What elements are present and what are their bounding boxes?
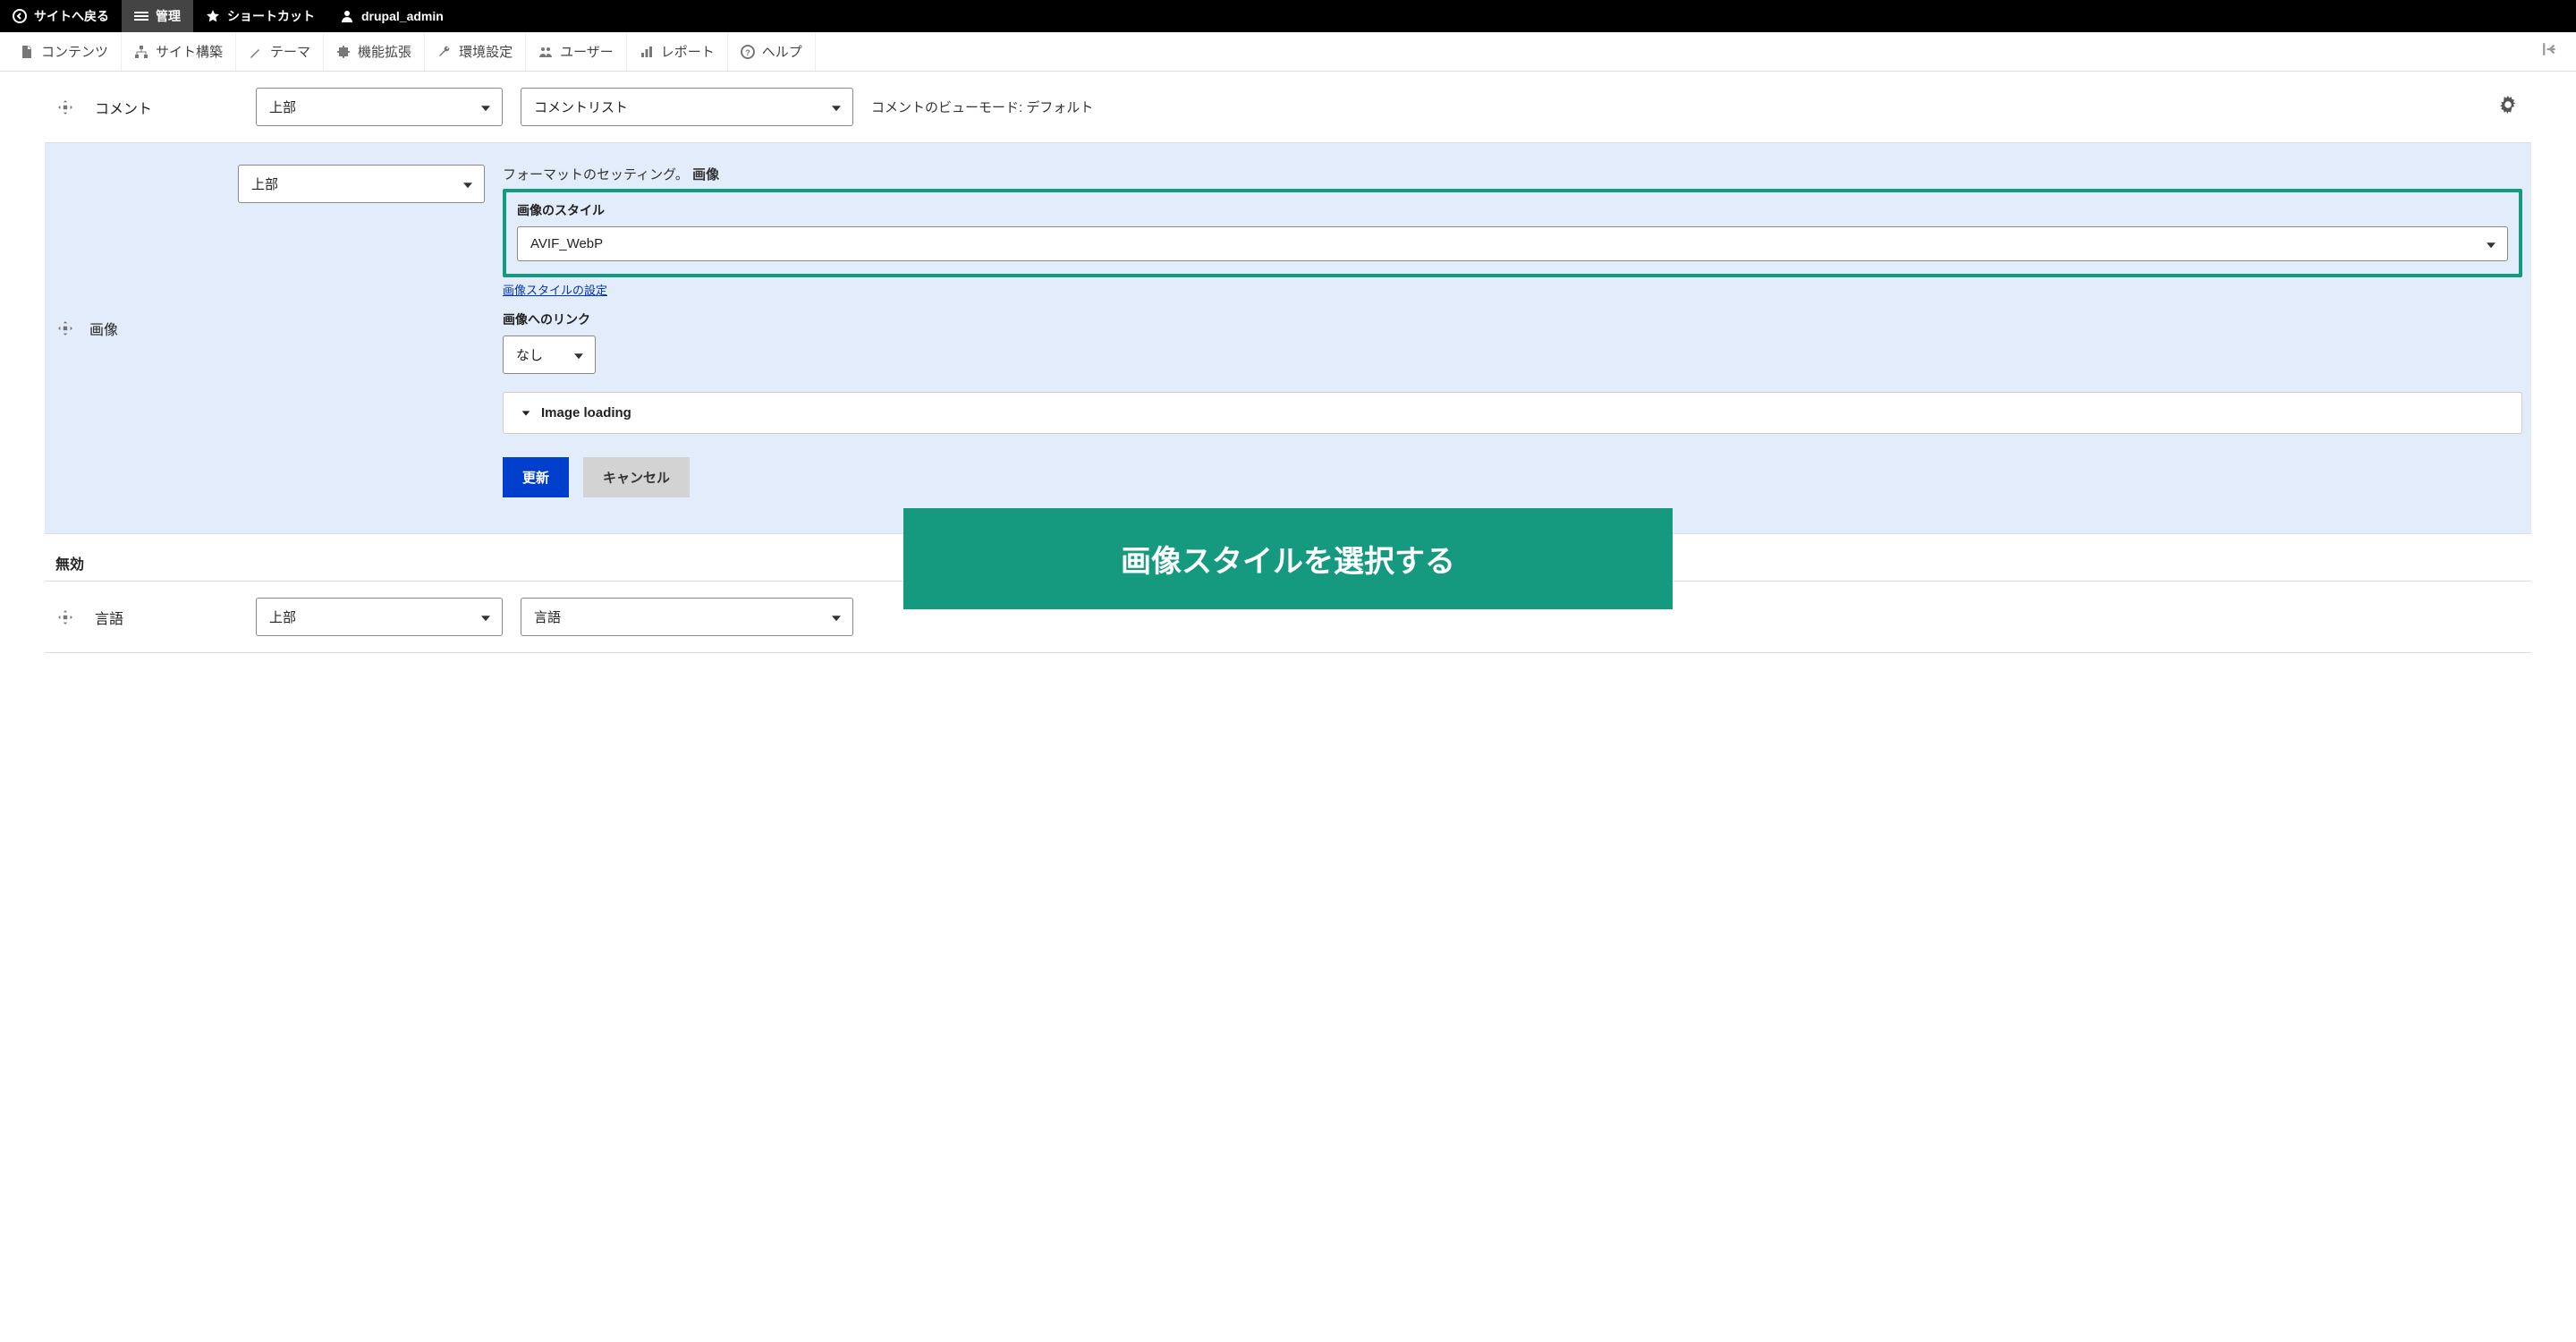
- wand-icon: [249, 45, 263, 59]
- image-link-label: 画像へのリンク: [503, 310, 2522, 328]
- settings-gear-button[interactable]: [2494, 90, 2522, 123]
- back-to-site-label: サイトへ戻る: [34, 7, 109, 25]
- region-select-language[interactable]: 上部: [256, 598, 503, 636]
- user-icon: [340, 9, 354, 23]
- admin-secondary-menu: コンテンツ サイト構築 テーマ 機能拡張 環境設定 ユーザー レポート ? ヘル…: [0, 32, 2576, 72]
- gear-icon: [2499, 96, 2517, 114]
- menu-config-label: 環境設定: [459, 42, 513, 61]
- field-label-language: 言語: [95, 607, 238, 628]
- field-label-image: 画像: [89, 318, 233, 339]
- image-style-highlight-box: 画像のスタイル AVIF_WebP: [503, 189, 2522, 277]
- menu-reports[interactable]: レポート: [627, 32, 728, 71]
- chevron-down-icon: [520, 407, 532, 420]
- puzzle-icon: [336, 45, 351, 59]
- region-select-value: 上部: [256, 88, 503, 126]
- back-to-site-link[interactable]: サイトへ戻る: [0, 0, 122, 32]
- menu-help[interactable]: ? ヘルプ: [728, 32, 816, 71]
- menu-structure[interactable]: サイト構築: [122, 32, 236, 71]
- menu-people-label: ユーザー: [560, 42, 614, 61]
- top-admin-bar: サイトへ戻る 管理 ショートカット drupal_admin: [0, 0, 2576, 32]
- menu-content[interactable]: コンテンツ: [7, 32, 122, 71]
- format-select-comment[interactable]: コメントリスト: [521, 88, 853, 126]
- region-select-comment[interactable]: 上部: [256, 88, 503, 126]
- field-summary-comment: コメントのビューモード: デフォルト: [871, 98, 2476, 116]
- wrench-icon: [437, 45, 452, 59]
- image-style-label: 画像のスタイル: [517, 201, 2508, 219]
- menu-help-label: ヘルプ: [762, 42, 802, 61]
- back-arrow-icon: [13, 9, 27, 23]
- image-link-value: なし: [503, 336, 596, 374]
- format-settings-heading: フォーマットのセッティング。 画像: [503, 165, 2522, 183]
- menu-appearance[interactable]: テーマ: [236, 32, 324, 71]
- update-button[interactable]: 更新: [503, 457, 569, 497]
- menu-structure-label: サイト構築: [156, 42, 223, 61]
- menu-people[interactable]: ユーザー: [526, 32, 627, 71]
- field-label-comment: コメント: [95, 97, 238, 118]
- annotation-banner: 画像スタイルを選択する: [903, 508, 1673, 609]
- menu-extend[interactable]: 機能拡張: [324, 32, 425, 71]
- image-style-config-link[interactable]: 画像スタイルの設定: [503, 281, 607, 298]
- user-menu[interactable]: drupal_admin: [327, 0, 456, 32]
- format-action-buttons: 更新 キャンセル: [503, 457, 2522, 497]
- manage-label: 管理: [156, 7, 181, 25]
- drag-handle-icon[interactable]: [54, 317, 77, 340]
- star-icon: [206, 9, 220, 23]
- menu-config[interactable]: 環境設定: [425, 32, 526, 71]
- field-row-image: 画像 上部 フォーマットのセッティング。 画像 画像のスタイル AVIF_Web…: [45, 143, 2531, 534]
- help-icon: ?: [741, 45, 755, 59]
- menu-collapse-toggle[interactable]: [2531, 41, 2569, 62]
- sitemap-icon: [134, 45, 148, 59]
- user-label: drupal_admin: [361, 9, 444, 23]
- fs-heading-bold: 画像: [692, 167, 719, 183]
- format-select-value: コメントリスト: [521, 88, 853, 126]
- hamburger-icon: [134, 9, 148, 23]
- menu-extend-label: 機能拡張: [358, 42, 411, 61]
- shortcuts-link[interactable]: ショートカット: [193, 0, 327, 32]
- image-format-settings: フォーマットのセッティング。 画像 画像のスタイル AVIF_WebP 画像スタ…: [503, 165, 2522, 497]
- image-style-value: AVIF_WebP: [517, 226, 2508, 261]
- drag-handle-icon[interactable]: [54, 606, 77, 629]
- image-link-select[interactable]: なし: [503, 336, 596, 374]
- region-select-value: 上部: [238, 165, 485, 203]
- format-select-language[interactable]: 言語: [521, 598, 853, 636]
- shortcuts-label: ショートカット: [227, 7, 315, 25]
- image-style-select[interactable]: AVIF_WebP: [517, 226, 2508, 261]
- region-select-value: 上部: [256, 598, 503, 636]
- collapse-left-icon: [2542, 41, 2558, 57]
- field-row-comment: コメント 上部 コメントリスト コメントのビューモード: デフォルト: [45, 72, 2531, 143]
- people-icon: [538, 45, 553, 59]
- drag-handle-icon[interactable]: [54, 96, 77, 119]
- menu-reports-label: レポート: [661, 42, 715, 61]
- cancel-button[interactable]: キャンセル: [583, 457, 690, 497]
- chart-icon: [640, 45, 654, 59]
- svg-text:?: ?: [745, 48, 750, 57]
- manage-toggle[interactable]: 管理: [122, 0, 193, 32]
- document-icon: [20, 45, 34, 59]
- menu-content-label: コンテンツ: [41, 42, 108, 61]
- image-loading-label: Image loading: [541, 405, 631, 420]
- region-select-image[interactable]: 上部: [238, 165, 485, 203]
- fs-heading-prefix: フォーマットのセッティング。: [503, 167, 692, 183]
- image-loading-details[interactable]: Image loading: [503, 392, 2522, 434]
- menu-appearance-label: テーマ: [270, 42, 310, 61]
- format-select-value: 言語: [521, 598, 853, 636]
